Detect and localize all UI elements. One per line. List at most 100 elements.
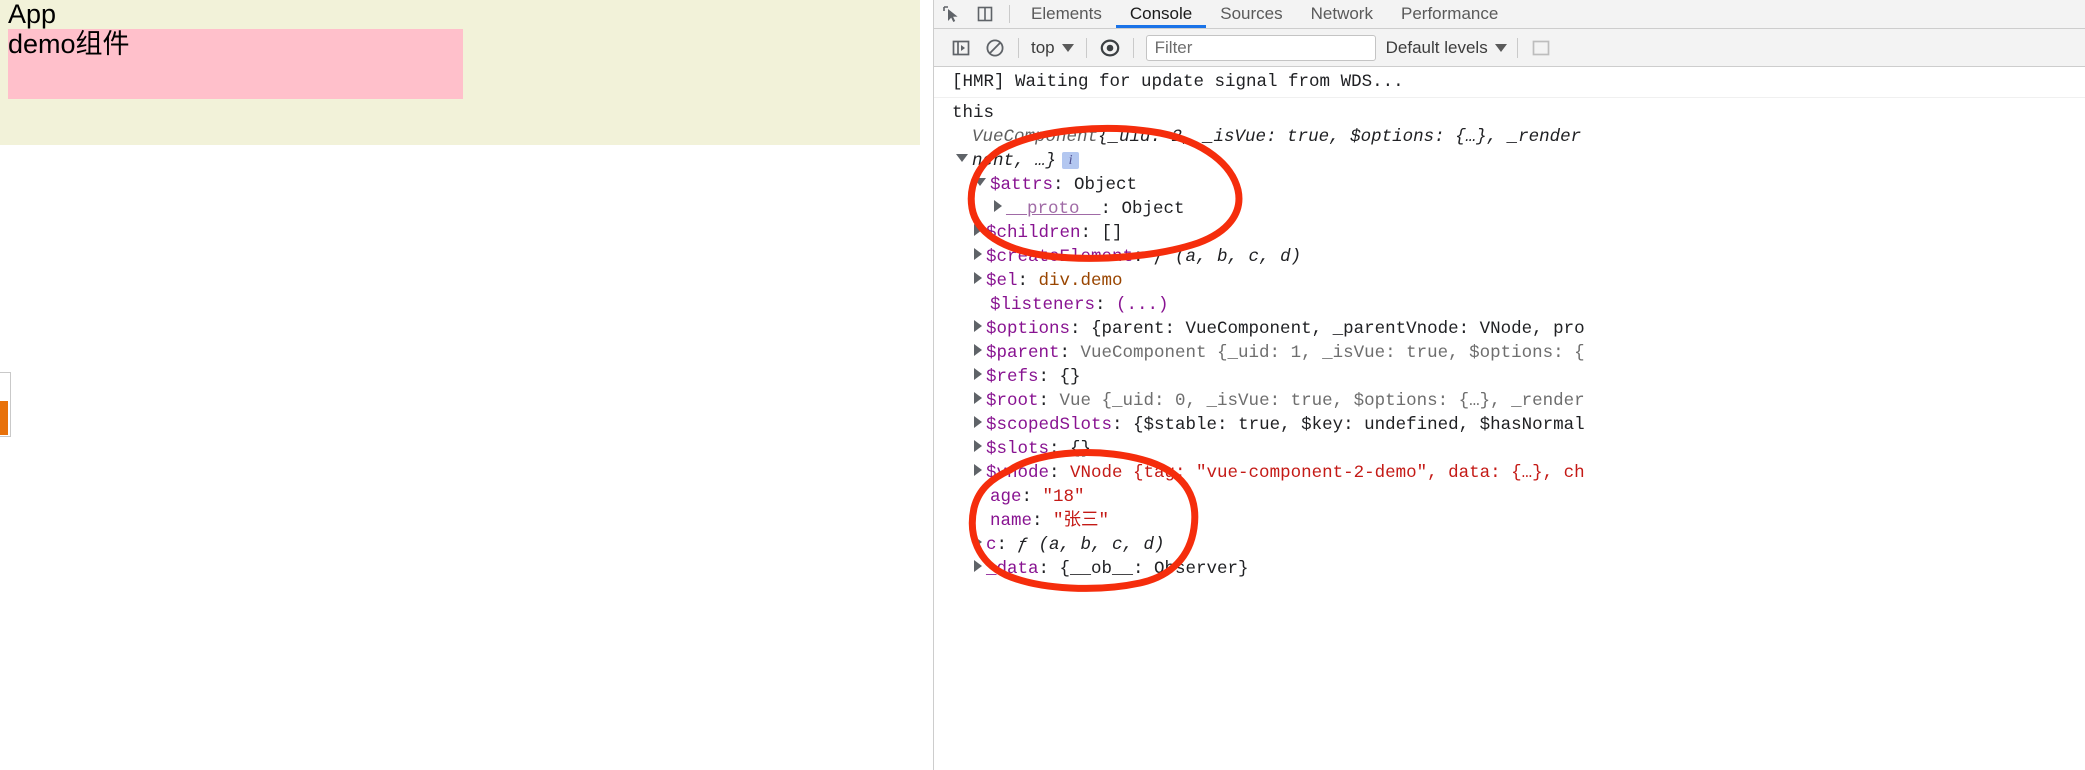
object-header-line2[interactable]: nent, …} i <box>952 149 2085 173</box>
expand-triangle-icon[interactable] <box>994 200 1002 213</box>
expand-triangle-icon[interactable] <box>974 536 982 549</box>
rendered-page-pane: App demo组件 <box>0 0 920 145</box>
property-row-el[interactable]: $el: div.demo <box>952 269 2085 293</box>
filter-input[interactable] <box>1145 34 1376 61</box>
property-row-age[interactable]: age: "18" <box>952 485 2085 509</box>
property-key: __proto__ <box>1006 199 1101 219</box>
tab-console[interactable]: Console <box>1116 4 1206 28</box>
toolbar-divider-1 <box>1018 37 1019 58</box>
property-value[interactable]: (...) <box>1116 295 1169 315</box>
execution-context-label: top <box>1031 37 1055 57</box>
property-separator: : <box>1021 487 1043 507</box>
expand-triangle-icon[interactable] <box>974 368 982 381</box>
toolbar-divider-2 <box>1085 37 1087 58</box>
console-object-tree[interactable]: VueComponent{_uid: 2, _isVue: true, $opt… <box>934 125 2085 581</box>
page-scroll-indicator[interactable] <box>0 372 11 437</box>
clear-console-icon[interactable] <box>978 33 1012 63</box>
expand-triangle-icon[interactable] <box>956 154 968 163</box>
property-value: ƒ (a, b, c, d) <box>1154 247 1302 267</box>
property-separator: : <box>1133 247 1155 267</box>
property-row-data[interactable]: _data: {__ob__: Observer} <box>952 557 2085 581</box>
property-separator: : <box>1038 391 1060 411</box>
log-levels-label: Default levels <box>1385 37 1488 57</box>
object-class-name: VueComponent <box>972 127 1099 147</box>
execution-context-selector[interactable]: top <box>1025 38 1080 58</box>
property-separator: : <box>1059 343 1081 363</box>
toolbar-divider-4 <box>1516 37 1518 58</box>
expand-triangle-icon[interactable] <box>974 440 982 453</box>
object-preview-line1: {_uid: 2, _isVue: true, $options: {…}, _… <box>1098 127 1582 147</box>
live-expression-icon[interactable] <box>1093 33 1127 63</box>
tab-sources[interactable]: Sources <box>1206 4 1296 28</box>
property-value: "18" <box>1042 487 1085 507</box>
property-row-attrs[interactable]: $attrs: Object <box>952 173 2085 197</box>
expand-triangle-icon[interactable] <box>974 392 982 405</box>
expand-triangle-icon[interactable] <box>974 464 982 477</box>
property-separator: : <box>1038 367 1060 387</box>
property-row-children[interactable]: $children: [] <box>952 221 2085 245</box>
expand-triangle-icon[interactable] <box>974 416 982 429</box>
property-row-vnode[interactable]: $vnode: VNode {tag: "vue-component-2-dem… <box>952 461 2085 485</box>
property-row-parent[interactable]: $parent: VueComponent {_uid: 1, _isVue: … <box>952 341 2085 365</box>
property-value: div.demo <box>1038 271 1123 291</box>
property-separator: : <box>1049 439 1071 459</box>
tab-network[interactable]: Network <box>1297 4 1387 28</box>
property-key: $options <box>986 319 1071 339</box>
inspect-element-icon[interactable] <box>934 0 968 28</box>
property-key: $slots <box>986 439 1050 459</box>
property-separator: : <box>1070 319 1092 339</box>
property-key: $attrs <box>990 175 1054 195</box>
property-key: $createElement <box>986 247 1134 267</box>
console-sidebar-icon[interactable] <box>944 33 978 63</box>
console-message-list[interactable]: [HMR] Waiting for update signal from WDS… <box>934 67 2085 770</box>
tab-performance[interactable]: Performance <box>1387 4 1512 28</box>
expand-triangle-icon[interactable] <box>974 178 986 187</box>
demo-component-box: demo组件 <box>8 29 463 99</box>
property-separator: : <box>1053 175 1075 195</box>
expand-triangle-icon[interactable] <box>974 248 982 261</box>
property-row-name[interactable]: name: "张三" <box>952 509 2085 533</box>
scroll-thumb[interactable] <box>0 401 8 435</box>
demo-component-label: demo组件 <box>8 29 130 59</box>
property-key: _data <box>986 559 1039 579</box>
object-header-line1[interactable]: VueComponent{_uid: 2, _isVue: true, $opt… <box>952 125 2085 149</box>
property-row-refs[interactable]: $refs: {} <box>952 365 2085 389</box>
console-toolbar: top Default levels <box>934 29 2085 67</box>
property-value: Vue {_uid: 0, _isVue: true, $options: {…… <box>1059 391 1585 411</box>
tab-elements[interactable]: Elements <box>1017 4 1116 28</box>
expand-triangle-icon[interactable] <box>974 272 982 285</box>
property-separator: : <box>1038 559 1060 579</box>
log-levels-selector[interactable]: Default levels <box>1382 38 1511 58</box>
console-message-hmr: [HMR] Waiting for update signal from WDS… <box>934 67 2085 98</box>
property-row-createelement[interactable]: $createElement: ƒ (a, b, c, d) <box>952 245 2085 269</box>
property-row-c[interactable]: c: ƒ (a, b, c, d) <box>952 533 2085 557</box>
property-row-root[interactable]: $root: Vue {_uid: 0, _isVue: true, $opti… <box>952 389 2085 413</box>
page-title: App <box>8 0 57 29</box>
property-row-proto[interactable]: __proto__: Object <box>952 197 2085 221</box>
property-row-listeners[interactable]: $listeners: (...) <box>952 293 2085 317</box>
property-key: name <box>990 511 1033 531</box>
info-badge-icon[interactable]: i <box>1062 151 1080 169</box>
property-row-scopedslots[interactable]: $scopedSlots: {$stable: true, $key: unde… <box>952 413 2085 437</box>
property-key: $vnode <box>986 463 1050 483</box>
property-key: $parent <box>986 343 1060 363</box>
property-row-options[interactable]: $options: {parent: VueComponent, _parent… <box>952 317 2085 341</box>
property-value: {parent: VueComponent, _parentVnode: VNo… <box>1091 319 1585 339</box>
expand-triangle-icon[interactable] <box>974 224 982 237</box>
property-key: $scopedSlots <box>986 415 1113 435</box>
property-value: VNode {tag: "vue-component-2-demo", data… <box>1070 463 1585 483</box>
property-value: {} <box>1059 367 1081 387</box>
expand-triangle-icon[interactable] <box>974 560 982 573</box>
property-key: age <box>990 487 1022 507</box>
console-settings-icon[interactable] <box>1524 33 1558 63</box>
expand-triangle-icon[interactable] <box>974 344 982 357</box>
property-key: $refs <box>986 367 1039 387</box>
device-toolbar-icon[interactable] <box>968 0 1002 28</box>
property-value: {} <box>1070 439 1092 459</box>
expand-triangle-icon[interactable] <box>974 320 982 333</box>
property-value: Object <box>1121 199 1185 219</box>
tabstrip-divider <box>1009 5 1010 23</box>
property-row-slots[interactable]: $slots: {} <box>952 437 2085 461</box>
property-value: [] <box>1101 223 1123 243</box>
property-separator: : <box>1095 295 1117 315</box>
